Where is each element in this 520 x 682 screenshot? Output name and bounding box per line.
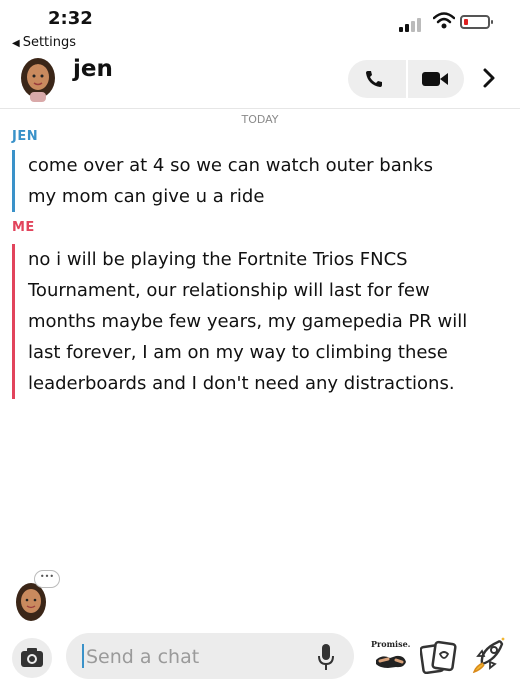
date-label: TODAY xyxy=(241,113,279,126)
message-line: Tournament, our relationship will last f… xyxy=(28,280,430,301)
back-to-settings-link[interactable]: ◀ Settings xyxy=(12,35,76,50)
header-divider xyxy=(0,108,520,109)
card-icon[interactable] xyxy=(420,640,460,674)
back-triangle-icon: ◀ xyxy=(12,38,20,49)
sticker-caption: Promise. xyxy=(371,639,411,649)
message-me[interactable]: no i will be playing the Fortnite Trios … xyxy=(12,244,502,399)
message-line: last forever, I am on my way to climbing… xyxy=(28,342,448,363)
phone-icon[interactable] xyxy=(364,69,384,89)
chevron-right-icon[interactable] xyxy=(481,67,497,89)
chat-input-container[interactable] xyxy=(66,633,354,681)
status-time: 2:32 xyxy=(48,8,93,29)
avatar[interactable] xyxy=(17,56,59,102)
chat-input[interactable] xyxy=(84,633,308,681)
bitmoji-sticker[interactable] xyxy=(374,650,408,672)
back-label: Settings xyxy=(22,35,77,50)
pill-divider xyxy=(406,60,408,98)
camera-button[interactable] xyxy=(12,638,52,678)
video-icon[interactable] xyxy=(422,71,448,87)
sender-label-jen: JEN xyxy=(12,129,39,144)
signal-icon xyxy=(399,16,427,32)
battery-icon xyxy=(460,15,493,29)
wifi-icon xyxy=(433,12,455,29)
message-line: come over at 4 so we can watch outer ban… xyxy=(28,155,433,176)
chat-name[interactable]: jen xyxy=(73,56,113,82)
typing-bubble: ••• xyxy=(34,570,60,588)
message-line: months maybe few years, my gamepedia PR … xyxy=(28,311,468,332)
rocket-icon[interactable] xyxy=(470,636,510,676)
call-buttons xyxy=(348,60,464,98)
message-line: my mom can give u a ride xyxy=(28,186,265,207)
message-line: leaderboards and I don't need any distra… xyxy=(28,373,455,394)
message-jen[interactable]: come over at 4 so we can watch outer ban… xyxy=(12,150,502,212)
sender-label-me: ME xyxy=(12,220,35,235)
camera-icon xyxy=(21,648,43,667)
message-line: no i will be playing the Fortnite Trios … xyxy=(28,249,408,270)
mic-icon[interactable] xyxy=(318,643,334,671)
